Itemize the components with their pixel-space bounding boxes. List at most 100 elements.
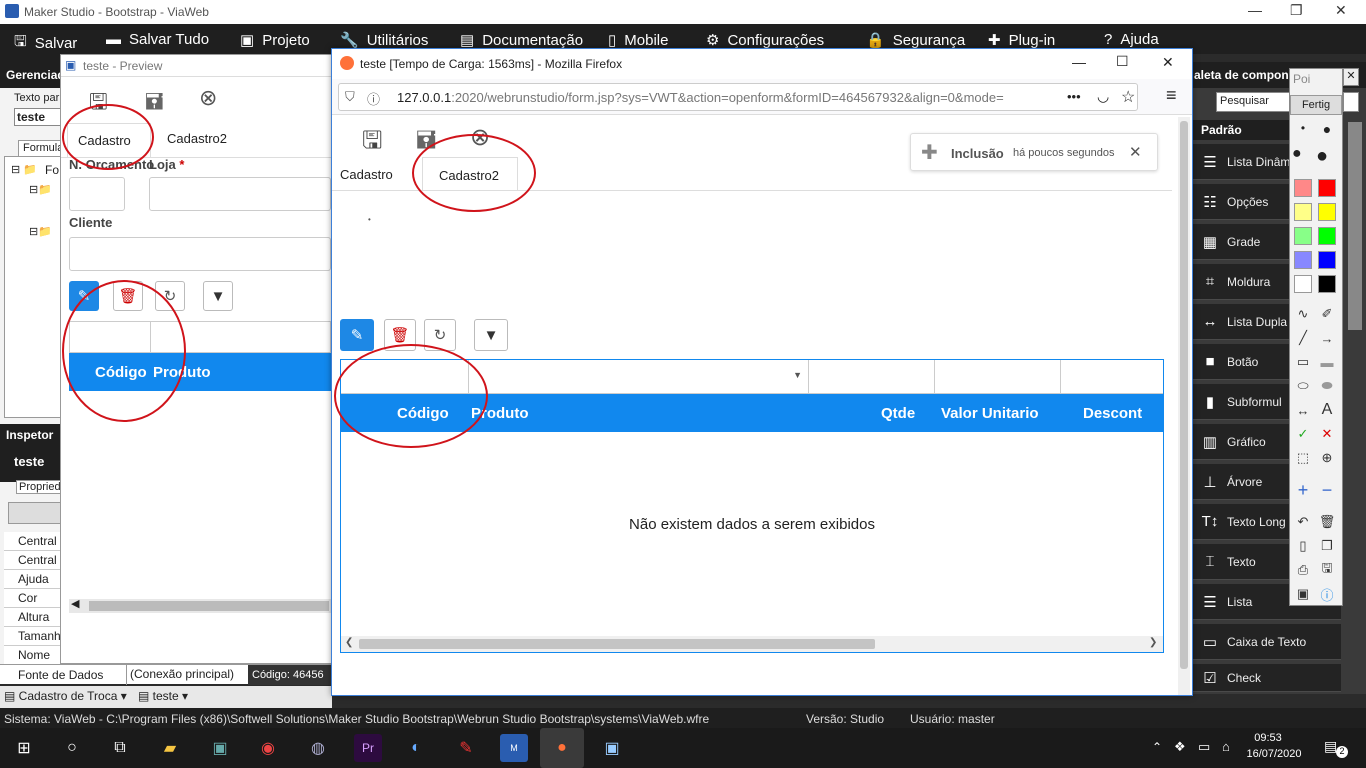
ellipse-icon[interactable]: ⬭ [1292,375,1314,397]
battery-icon[interactable]: ▭ [1198,739,1210,755]
filter-qtde[interactable] [809,360,935,393]
page-actions-icon[interactable]: ••• [1067,89,1081,104]
color-red[interactable] [1318,179,1336,197]
scroll-right-icon[interactable]: ❯ [1149,637,1157,648]
palette-search-input[interactable]: Pesquisar [1216,92,1292,112]
prop-row[interactable]: Central [4,532,62,551]
line-icon[interactable]: ╱ [1292,327,1314,349]
url-bar[interactable]: ⛉ ⓘ 127.0.0.1:2020/webrunstudio/form.jsp… [338,83,1138,111]
minimize-icon[interactable]: — [1072,54,1086,70]
menu-ajuda[interactable]: ? Ajuda [1104,31,1159,48]
pen-size-medium[interactable]: ● [1318,121,1336,139]
close-icon[interactable]: ✕ [1335,2,1347,19]
filter-produto[interactable]: ▼ [469,360,809,393]
preview-app-icon[interactable]: ▣ [598,734,626,762]
select-icon[interactable]: ⬚ [1292,447,1314,469]
edit-button[interactable]: ✎ [340,319,374,351]
grid-col-qtde[interactable]: Qtde [881,405,915,422]
palette-search-box[interactable] [1343,92,1359,112]
dropbox-icon[interactable]: ❖ [1174,739,1186,755]
loja-input[interactable] [149,177,331,211]
bookmark-star-icon[interactable]: ☆ [1121,87,1135,107]
hamburger-menu-icon[interactable]: ≡ [1166,85,1177,106]
save-icon[interactable]: 🖫 [362,123,382,164]
filter-button[interactable]: ▼ [203,281,233,311]
task-view-icon[interactable]: ⧉ [106,734,134,762]
palette-close-icon[interactable]: ✕ [1343,68,1359,86]
firefox-taskbar-icon[interactable]: ● [540,728,584,768]
menu-projeto[interactable]: ▣ Projeto [240,31,310,50]
folder-icon[interactable]: ⊟📁 [29,225,52,238]
scroll-thumb[interactable] [359,639,875,649]
filter-valor[interactable] [935,360,1061,393]
app-icon[interactable]: ◍ [304,734,332,762]
color-light-yellow[interactable] [1294,203,1312,221]
copy-icon[interactable]: ❐ [1316,535,1338,557]
scroll-left-icon[interactable]: ❮ [345,637,353,648]
scroll-left-icon[interactable]: ◀ [71,597,79,610]
form-tab-cadastro-troca[interactable]: ▤ Cadastro de Troca ▾ [4,689,127,703]
menu-configuracoes[interactable]: ⚙ Configurações [706,31,824,50]
grid-col-valor-unitario[interactable]: Valor Unitario [941,405,1039,422]
color-green[interactable] [1318,227,1336,245]
pen-size-large[interactable]: ● [1292,145,1310,163]
file-explorer-icon[interactable]: ▰ [156,734,184,762]
palette-item-check[interactable]: ☑ Check [1193,664,1341,692]
save-icon[interactable]: 🖫 [1316,559,1338,581]
tab-cadastro[interactable]: Cadastro [340,167,393,182]
highlighter-icon[interactable]: ✐ [1316,303,1338,325]
prop-row[interactable]: Tamanh [4,627,62,646]
grid-col-desconto[interactable]: Descont [1083,405,1142,422]
search-icon[interactable]: ○ [58,734,86,762]
chevron-down-icon[interactable]: ▼ [793,370,802,380]
trash-icon[interactable]: 🗑 [1316,511,1338,533]
info-icon[interactable]: ⓘ [367,89,380,108]
tree-root[interactable]: Fo [45,163,59,177]
restore-icon[interactable]: ❐ [1290,2,1303,19]
filled-rectangle-icon[interactable]: ▬ [1316,351,1338,373]
new-page-icon[interactable]: ▯ [1292,535,1314,557]
postgres-icon[interactable]: ◐ [402,734,430,762]
scroll-thumb[interactable] [89,601,329,611]
zoom-icon[interactable]: ⊕ [1316,447,1338,469]
start-icon[interactable]: ⊞ [10,734,38,762]
close-icon[interactable]: ✕ [1162,54,1174,71]
print-icon[interactable]: ⎙ [1292,559,1314,581]
orcamento-input[interactable] [69,177,125,211]
color-white[interactable] [1294,275,1312,293]
pen-size-xlarge[interactable]: ● [1316,145,1334,167]
rectangle-icon[interactable]: ▭ [1292,351,1314,373]
minus-icon[interactable]: − [1316,479,1338,501]
cross-icon[interactable]: ✕ [1316,423,1338,445]
form-tab-teste[interactable]: ▤ teste ▾ [138,689,188,703]
info-icon[interactable]: ⓘ [1316,583,1338,605]
tray-chevron-icon[interactable]: ⌃ [1152,740,1162,754]
remote-desktop-icon[interactable]: ▣ [206,734,234,762]
save-outline-icon[interactable]: 🖬 [145,85,164,123]
chrome-icon[interactable]: ◉ [254,734,282,762]
page-scroll-thumb[interactable] [1180,121,1188,669]
color-black[interactable] [1318,275,1336,293]
network-icon[interactable]: ⌂ [1222,739,1230,754]
preview-tab-cadastro2[interactable]: Cadastro2 [167,131,227,146]
text-tool-icon[interactable]: A [1316,399,1338,421]
double-arrow-icon[interactable]: ↔ [1292,399,1314,421]
filter-button[interactable]: ▼ [474,319,508,351]
color-yellow[interactable] [1318,203,1336,221]
menu-salvar[interactable]: 🖫 Salvar [14,31,77,56]
page-vscroll[interactable] [1178,117,1190,695]
undo-icon[interactable]: ↶ [1292,511,1314,533]
prop-row[interactable]: Nome [4,646,62,665]
tab-formula[interactable]: Formula [18,140,63,156]
freehand-icon[interactable]: ∿ [1292,303,1314,325]
palette-item-caixa-de-texto[interactable]: ▭ Caixa de Texto [1193,624,1341,660]
menu-utilitarios[interactable]: 🔧 Utilitários [340,31,428,50]
grid-hscroll[interactable]: ❮ ❯ [341,636,1163,652]
paint-icon[interactable]: ✎ [452,734,480,762]
toast-close-icon[interactable]: ✕ [1129,143,1142,161]
prop-row[interactable]: Altura [4,608,62,627]
menu-plugin[interactable]: ✚ Plug-in [988,31,1055,50]
color-light-blue[interactable] [1294,251,1312,269]
folder-icon[interactable]: ⊟📁 [29,183,52,196]
shield-icon[interactable]: ⛉ [345,89,355,105]
